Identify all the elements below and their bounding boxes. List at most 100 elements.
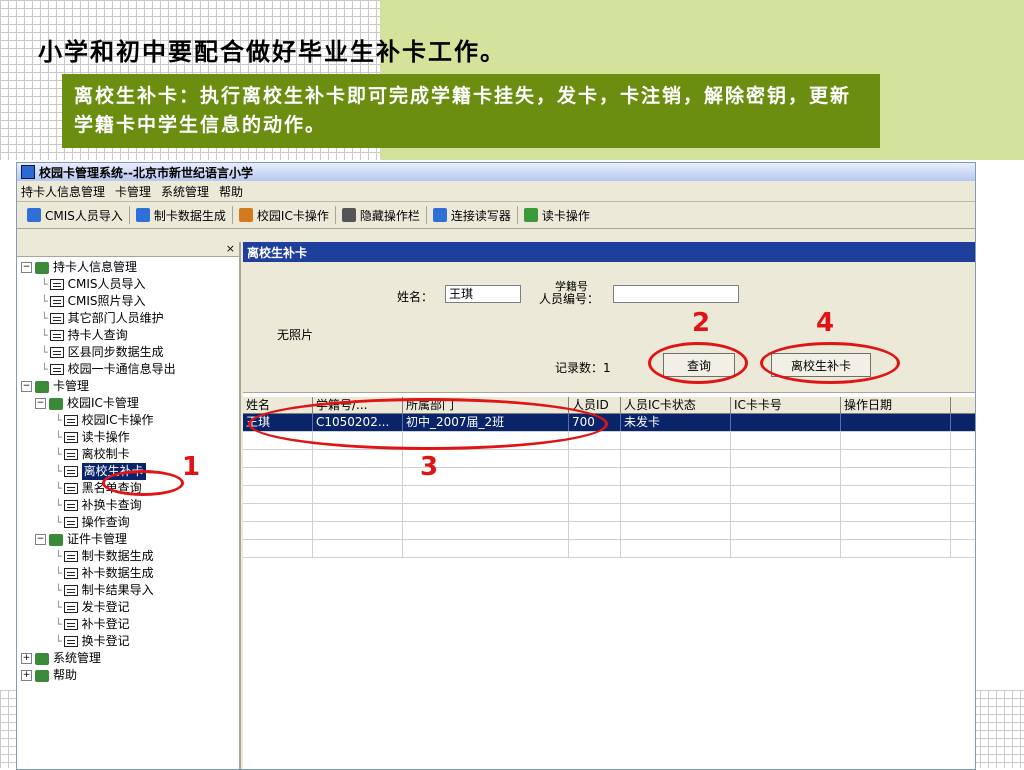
document-icon [63, 619, 78, 630]
toolbar-generate-button[interactable]: 制卡数据生成 [130, 206, 233, 224]
tree-item[interactable]: └ 发卡登记 [21, 599, 239, 616]
name-label: 姓名： [397, 290, 434, 304]
toolbar-read-card-button[interactable]: 读卡操作 [518, 206, 596, 224]
tree-item[interactable]: └ 制卡数据生成 [21, 548, 239, 565]
table-cell [569, 468, 621, 485]
nav-pane-header: × [17, 242, 239, 257]
table-cell [841, 414, 951, 431]
table-cell [313, 450, 403, 467]
annotation-ring-4 [760, 342, 900, 384]
toolbar-cmis-import-button[interactable]: CMIS人员导入 [21, 206, 130, 224]
toolbar-label: 制卡数据生成 [153, 208, 226, 223]
menu-help[interactable]: 帮助 [219, 183, 243, 200]
document-icon [49, 313, 64, 324]
record-count: 记录数：1 [555, 361, 611, 375]
collapse-icon[interactable]: − [21, 381, 32, 392]
column-header[interactable]: 操作日期 [841, 397, 951, 413]
column-header[interactable]: 人员IC卡状态 [621, 397, 731, 413]
tree-connector: └ [55, 516, 62, 529]
table-cell [841, 432, 951, 449]
tree-connector: └ [41, 346, 48, 359]
table-cell [841, 468, 951, 485]
menu-bar: 持卡人信息管理 卡管理 系统管理 帮助 [17, 181, 975, 202]
table-cell [731, 432, 841, 449]
tree-connector: └ [41, 278, 48, 291]
name-input[interactable]: 王琪 [445, 285, 521, 303]
tree-connector: └ [55, 482, 62, 495]
toolbar-label: 隐藏操作栏 [359, 208, 420, 223]
table-cell [569, 486, 621, 503]
tree-node-ic-card[interactable]: − 校园IC卡管理 [21, 395, 239, 412]
tree-connector: └ [55, 618, 62, 631]
menu-card[interactable]: 卡管理 [115, 183, 151, 200]
tree-item[interactable]: └ 校园一卡通信息导出 [21, 361, 239, 378]
tree-item[interactable]: └ 换卡登记 [21, 633, 239, 650]
table-row [243, 486, 975, 504]
close-icon[interactable]: × [226, 242, 235, 255]
window-titlebar: 校园卡管理系统--北京市新世纪语言小学 [17, 163, 975, 181]
expand-icon[interactable]: + [21, 670, 32, 681]
folder-icon [49, 397, 63, 410]
collapse-icon[interactable]: − [21, 262, 32, 273]
annotation-number-2: 2 [692, 308, 711, 338]
tree-item[interactable]: └ CMIS人员导入 [21, 276, 239, 293]
table-cell [731, 486, 841, 503]
tree-label: CMIS人员导入 [67, 277, 146, 291]
tree-label: 区县同步数据生成 [67, 345, 164, 359]
menu-cardholder[interactable]: 持卡人信息管理 [21, 183, 105, 200]
toolbar-ic-card-button[interactable]: 校园IC卡操作 [233, 206, 336, 224]
table-cell [403, 504, 569, 521]
tree-item[interactable]: └ 补换卡查询 [21, 497, 239, 514]
table-cell [731, 414, 841, 431]
tree-item[interactable]: └ 离校制卡 [21, 446, 239, 463]
tree-connector: └ [41, 295, 48, 308]
toolbar-label: 连接读写器 [450, 208, 511, 223]
tree-connector: └ [55, 584, 62, 597]
generate-icon [135, 208, 150, 222]
column-header[interactable]: IC卡卡号 [731, 397, 841, 413]
table-cell [243, 486, 313, 503]
table-cell [403, 540, 569, 557]
tree-connector: └ [55, 431, 62, 444]
toolbar-hide-panel-button[interactable]: 隐藏操作栏 [336, 206, 427, 224]
collapse-icon[interactable]: − [35, 398, 46, 409]
table-cell [841, 450, 951, 467]
menu-system[interactable]: 系统管理 [161, 183, 209, 200]
tree-item[interactable]: └ 其它部门人员维护 [21, 310, 239, 327]
tree-item[interactable]: └ 制卡结果导入 [21, 582, 239, 599]
tree-label: 卡管理 [53, 379, 90, 393]
toolbar-label: 校园IC卡操作 [256, 208, 329, 223]
tree-item[interactable]: └ 操作查询 [21, 514, 239, 531]
tree-node-id-card[interactable]: − 证件卡管理 [21, 531, 239, 548]
table-cell [243, 522, 313, 539]
tree-node-card[interactable]: − 卡管理 [21, 378, 239, 395]
tree-item[interactable]: └ 补卡登记 [21, 616, 239, 633]
toolbar-connect-reader-button[interactable]: 连接读写器 [427, 206, 518, 224]
tree-item[interactable]: └ 区县同步数据生成 [21, 344, 239, 361]
tree-item[interactable]: └ 持卡人查询 [21, 327, 239, 344]
collapse-icon[interactable]: − [35, 534, 46, 545]
window-title: 校园卡管理系统--北京市新世纪语言小学 [39, 165, 253, 180]
table-cell [731, 504, 841, 521]
tree-item[interactable]: └ 读卡操作 [21, 429, 239, 446]
folder-icon [35, 669, 49, 682]
tree-node-cardholder[interactable]: − 持卡人信息管理 [21, 259, 239, 276]
table-row [243, 504, 975, 522]
read-card-icon [523, 208, 538, 222]
slide-title: 小学和初中要配合做好毕业生补卡工作。 [38, 37, 506, 66]
tree-label: 读卡操作 [81, 430, 130, 444]
tree-item[interactable]: └ 校园IC卡操作 [21, 412, 239, 429]
tree-connector: └ [55, 465, 62, 478]
tree-node-help[interactable]: + 帮助 [21, 667, 239, 684]
tree-connector: └ [55, 414, 62, 427]
expand-icon[interactable]: + [21, 653, 32, 664]
document-icon [49, 364, 64, 375]
app-window: 校园卡管理系统--北京市新世纪语言小学 持卡人信息管理 卡管理 系统管理 帮助 … [16, 162, 976, 770]
tree-connector: └ [41, 363, 48, 376]
tree-item[interactable]: └ 补卡数据生成 [21, 565, 239, 582]
tree-node-system[interactable]: + 系统管理 [21, 650, 239, 667]
id-input[interactable] [613, 285, 739, 303]
tree-item[interactable]: └ CMIS照片导入 [21, 293, 239, 310]
document-icon [49, 347, 64, 358]
toolbar: CMIS人员导入 制卡数据生成 校园IC卡操作 隐藏操作栏 连接读写器 读卡操作 [17, 202, 975, 229]
